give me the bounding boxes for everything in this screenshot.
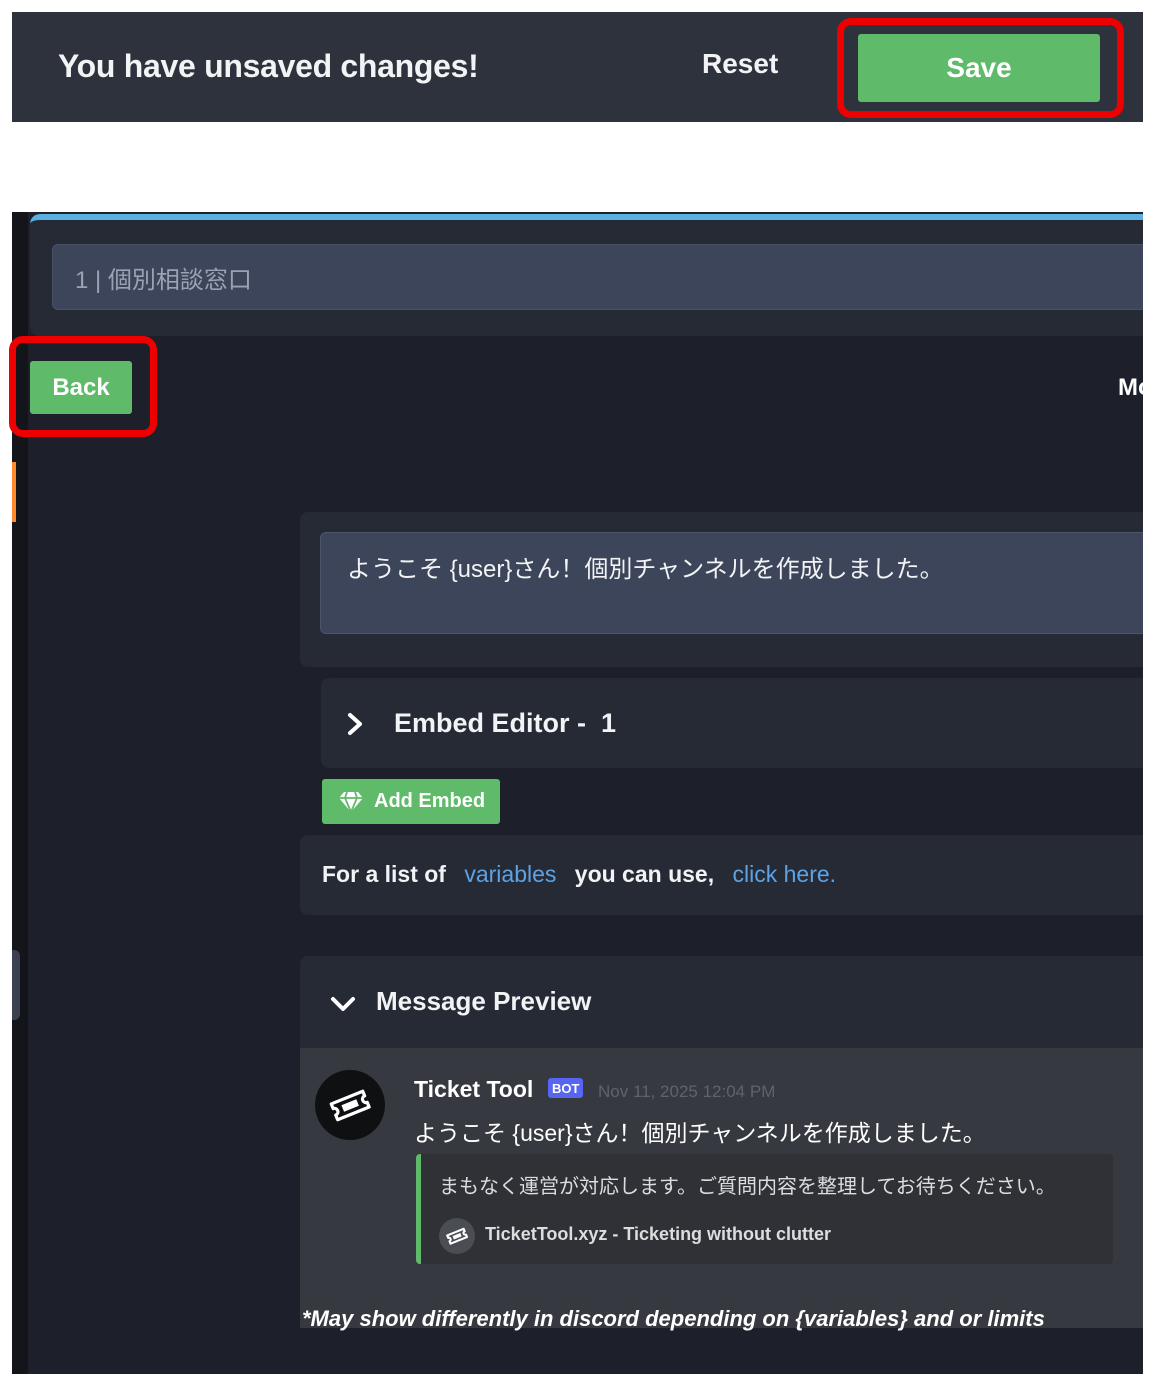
gem-icon [339,791,363,813]
reset-button[interactable]: Reset [702,48,778,80]
unsaved-message: You have unsaved changes! [58,48,479,84]
ticket-icon [329,1089,371,1122]
add-embed-label: Add Embed [374,790,486,812]
chevron-right-icon [348,713,362,735]
message-content-textarea[interactable]: ようこそ {user}さん！個別チャンネルを作成しました。 [320,532,1143,634]
sidebar-strip [12,212,28,1374]
panel-title-card: 1 | 個別相談窓口 [30,214,1143,336]
embed-editor-header[interactable]: Embed Editor - 1 [321,678,1143,768]
embed-editor-title: Embed Editor - 1 [394,708,617,738]
variables-info-card: For a list of variables you can use, cli… [300,835,1143,915]
variables-prefix: For a list of [322,861,446,887]
bot-avatar [315,1070,385,1140]
bot-badge: BOT [548,1078,584,1098]
message-content-card: ようこそ {user}さん！個別チャンネルを作成しました。 [300,512,1143,667]
bot-name: Ticket Tool [414,1076,534,1102]
click-here-link[interactable]: click here. [733,861,837,887]
truncated-heading: Mo [1118,374,1143,401]
variables-link[interactable]: variables [464,861,556,887]
message-preview-card: Message Preview Ticket Tool BOT Nov 11, … [300,956,1143,1331]
variables-middle: you can use, [574,861,715,887]
footer-ticket-icon [439,1218,475,1254]
back-button[interactable]: Back [30,361,132,414]
add-embed-button[interactable]: Add Embed [322,779,500,824]
embed-footer-text: TicketTool.xyz - Ticketing without clutt… [485,1224,832,1244]
discord-message-preview: Ticket Tool BOT Nov 11, 2025 12:04 PM よう… [300,1048,1143,1331]
message-timestamp: Nov 11, 2025 12:04 PM [598,1082,776,1101]
panel-title-input[interactable]: 1 | 個別相談窓口 [52,244,1143,310]
chevron-down-icon[interactable] [330,994,356,1014]
embed-description: まもなく運営が対応します。ご質問内容を整理してお待ちください。 [439,1176,1056,1198]
sidebar-tab[interactable] [12,950,20,1020]
save-button[interactable]: Save [858,34,1100,102]
ticket-icon [446,1227,469,1245]
ticket-panel-editor: 1 | 個別相談窓口 Back Mo ようこそ {user}さん！個別チャンネル… [12,212,1143,1374]
message-preview-title: Message Preview [376,986,592,1016]
preview-embed: まもなく運営が対応します。ご質問内容を整理してお待ちください。 TicketTo… [416,1154,1113,1264]
unsaved-changes-bar: You have unsaved changes! Reset Save [12,12,1143,122]
variables-info-line: For a list of variables you can use, cli… [322,861,848,888]
preview-disclaimer: *May show differently in discord dependi… [302,1306,1045,1331]
preview-message-text: ようこそ {user}さん！個別チャンネルを作成しました。 [414,1120,986,1146]
sidebar-indicator [12,462,16,522]
